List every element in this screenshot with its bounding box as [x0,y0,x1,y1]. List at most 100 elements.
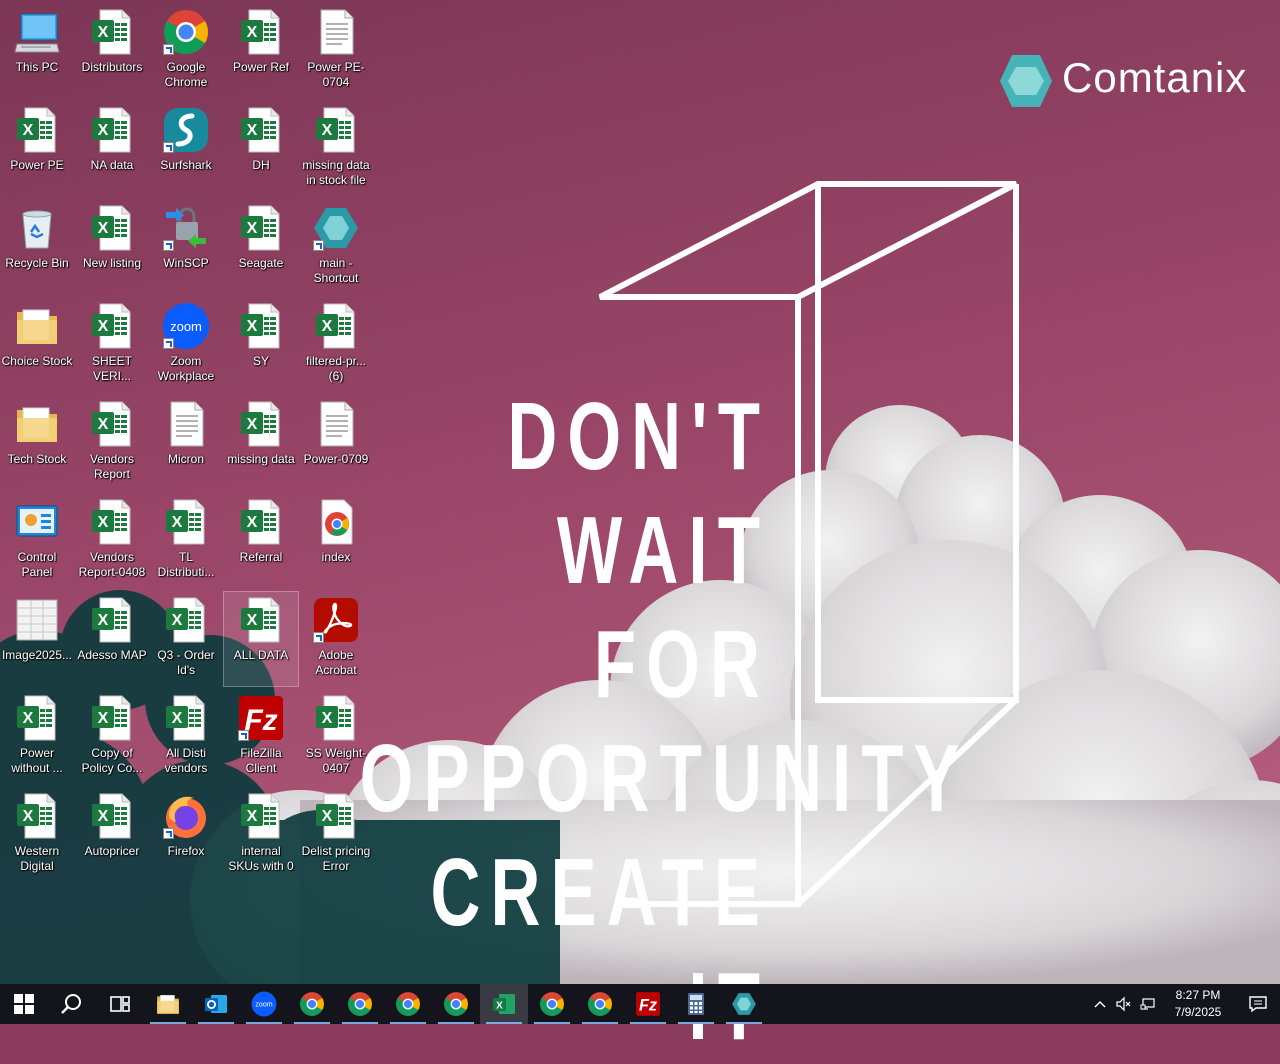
chrome-icon [347,991,373,1017]
svg-text:X: X [98,612,109,629]
network-icon[interactable] [1136,984,1160,1024]
desktop-icon-missing-data[interactable]: Xmissing data [224,396,298,490]
desktop-icon-label: Firefox [167,844,205,858]
desktop-icon-filezilla-client[interactable]: Fz FileZilla Client [224,690,298,784]
desktop-icon-zoom-workplace[interactable]: zoom Zoom Workplace [149,298,223,392]
taskbar-chrome-4[interactable] [432,984,480,1024]
task-view-button[interactable] [96,984,144,1024]
desktop-icon-q3-order-id-s[interactable]: X Q3 - Order Id's [149,592,223,686]
excel-file-icon: X [237,204,285,252]
taskbar-zoom[interactable]: zoom [240,984,288,1024]
desktop-icon-tl-distributi[interactable]: X TL Distributi... [149,494,223,588]
taskbar-chrome-2[interactable] [336,984,384,1024]
desktop-icon-all-disti-vendors[interactable]: X All Disti vendors [149,690,223,784]
desktop-icon-label: Delist pricing Error [301,844,371,873]
excel-file-icon: X [312,792,360,840]
desktop-icon-vendors-report[interactable]: X Vendors Report [75,396,149,490]
desktop-icon-all-data[interactable]: X ALL DATA [223,591,299,687]
desktop-icon-adesso-map[interactable]: X Adesso MAP [75,592,149,686]
desktop-icon-ss-weight-0407[interactable]: X SS Weight-0407 [299,690,373,784]
excel-file-icon: X [88,498,136,546]
svg-text:X: X [23,122,34,139]
search-button[interactable] [48,984,96,1024]
desktop-icon-power-pe-0704[interactable]: Power PE-0704 [299,4,373,98]
desktop-icon-internal-skus-with-0[interactable]: Xinternal SKUs with 0 [224,788,298,882]
excel-file-icon: X [88,106,136,154]
taskbar-clock[interactable]: 8:27 PM 7/9/2025 [1160,987,1236,1021]
desktop-icon-index[interactable]: index [299,494,373,588]
desktop-icon-tech-stock[interactable]: Tech Stock [0,396,74,490]
excel-file-icon: X [13,106,61,154]
desktop-icon-distributors[interactable]: X Distributors [75,4,149,98]
desktop-icon-surfshark[interactable]: Surfshark [149,102,223,196]
show-hidden-icons-chevron-icon[interactable] [1088,984,1112,1024]
taskbar-calculator[interactable] [672,984,720,1024]
taskbar-chrome-5[interactable] [528,984,576,1024]
excel-file-icon: X [237,302,285,350]
desktop-icon-label: Control Panel [17,550,57,579]
taskbar-excel[interactable]: X [480,984,528,1024]
desktop-icon-power-0709[interactable]: Power-0709 [299,396,373,490]
desktop-icon-power-ref[interactable]: X Power Ref [224,4,298,98]
excel-file-icon: X [162,694,210,742]
desktop-icon-label: Power without ... [11,746,63,775]
desktop-icon-delist-pricing-error[interactable]: X Delist pricing Error [299,788,373,882]
shortcut-arrow-icon [163,338,174,349]
desktop-icon-winscp[interactable]: WinSCP [149,200,223,294]
desktop-icon-micron[interactable]: Micron [149,396,223,490]
desktop-icon-copy-of-policy-co[interactable]: X Copy of Policy Co... [75,690,149,784]
svg-text:X: X [322,122,333,139]
excel-file-icon: X [237,400,285,448]
desktop-icon-recycle-bin[interactable]: Recycle Bin [0,200,74,294]
desktop-icon-missing-data-in-stock-file[interactable]: Xmissing data in stock file [299,102,373,196]
taskbar-chrome-3[interactable] [384,984,432,1024]
chrome-icon [587,991,613,1017]
desktop-icon-label: Distributors [81,60,143,74]
desktop-icon-new-listing[interactable]: X New listing [75,200,149,294]
svg-text:X: X [98,318,109,335]
desktop-icon-western-digital[interactable]: X Western Digital [0,788,74,882]
zoom-icon: zoom [162,302,210,350]
desktop-icon-choice-stock[interactable]: Choice Stock [0,298,74,392]
taskbar-chrome-6[interactable] [576,984,624,1024]
chrome-icon [162,8,210,56]
desktop-icon-vendors-report-0408[interactable]: X Vendors Report-0408 [75,494,149,588]
desktop-icon-power-without[interactable]: X Power without ... [0,690,74,784]
desktop-icon-na-data[interactable]: X NA data [75,102,149,196]
desktop-icon-main-shortcut[interactable]: main - Shortcut [299,200,373,294]
taskbar-filezilla[interactable]: Fz [624,984,672,1024]
excel-file-icon: X [237,498,285,546]
desktop-icon-sy[interactable]: X SY [224,298,298,392]
start-button[interactable] [0,984,48,1024]
desktop-icon-label: Seagate [238,256,284,270]
desktop-icon-adobe-acrobat[interactable]: Adobe Acrobat [299,592,373,686]
desktop-icon-dh[interactable]: X DH [224,102,298,196]
taskbar-outlook[interactable] [192,984,240,1024]
taskbar-comtanix[interactable] [720,984,768,1024]
volume-muted-icon[interactable] [1112,984,1136,1024]
desktop-icon-sheet-veri[interactable]: X SHEET VERI... [75,298,149,392]
text-file-icon [312,8,360,56]
desktop-icon-label: Power PE-0704 [307,60,365,89]
taskbar-chrome-w[interactable] [288,984,336,1024]
desktop-icon-google-chrome[interactable]: Google Chrome [149,4,223,98]
svg-text:X: X [247,416,258,433]
desktop-icon-image2025[interactable]: Image2025... [0,592,74,686]
desktop-icon-this-pc[interactable]: This PC [0,4,74,98]
desktop-icon-label: This PC [15,60,59,74]
taskbar-file-explorer[interactable] [144,984,192,1024]
desktop-icon-power-pe[interactable]: X Power PE [0,102,74,196]
desktop-icon-autopricer[interactable]: X Autopricer [75,788,149,882]
desktop-icon-filtered-pr-6[interactable]: Xfiltered-pr... (6) [299,298,373,392]
svg-text:X: X [322,710,333,727]
desktop-icon-label: SHEET VERI... [91,354,132,383]
desktop-icon-label: filtered-pr... (6) [305,354,367,383]
desktop-icon-label: Recycle Bin [5,256,69,270]
desktop-icon-referral[interactable]: X Referral [224,494,298,588]
desktop-icon-firefox[interactable]: Firefox [149,788,223,882]
acrobat-icon [312,596,360,644]
action-center-button[interactable] [1236,984,1280,1024]
desktop-icon-label: Image2025... [1,648,73,662]
desktop-icon-control-panel[interactable]: Control Panel [0,494,74,588]
desktop-icon-seagate[interactable]: X Seagate [224,200,298,294]
